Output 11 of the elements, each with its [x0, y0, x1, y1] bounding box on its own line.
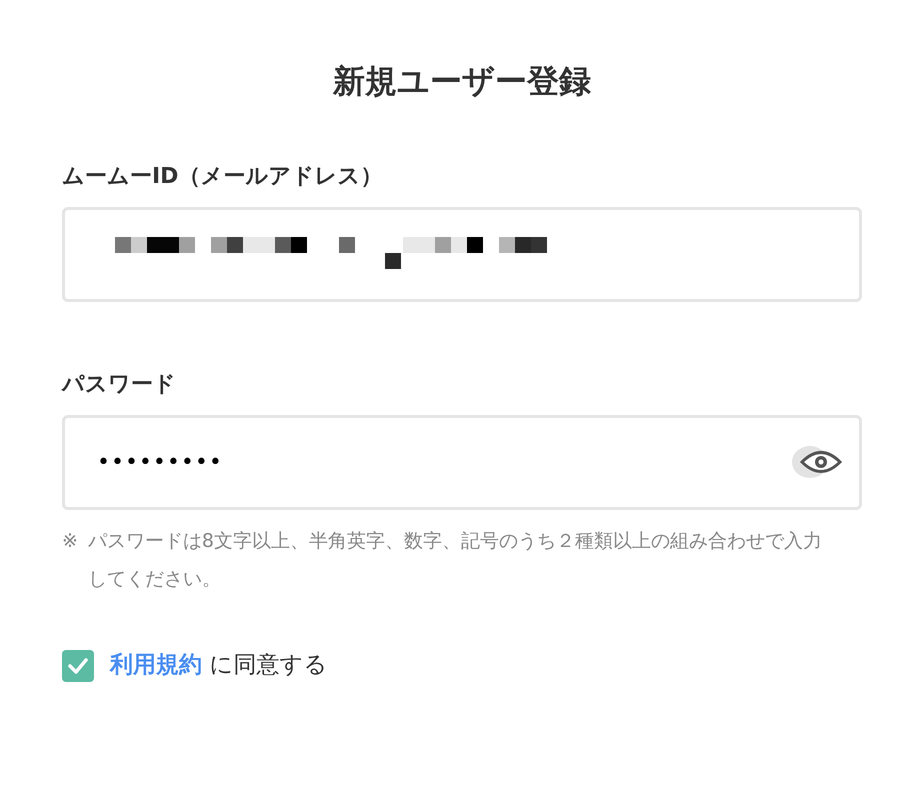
field-label: パスワード [62, 371, 177, 400]
check-icon [68, 658, 88, 674]
field-label: ムームーID（メールアドレス） [62, 163, 384, 192]
note-mark: ※ [62, 529, 78, 554]
eye-icon[interactable] [790, 445, 842, 480]
password-hint: パスワードは8文字以上、半角英字、数字、記号のうち２種類以上の組み合わせで入力してください。 [88, 529, 824, 592]
password-field[interactable]: ••••••••• [62, 415, 862, 510]
input-field[interactable] [62, 207, 862, 302]
agreement-text: 利用規約 に同意する [110, 651, 328, 680]
page-title: 新規ユーザー登録 [332, 62, 592, 100]
checkbox[interactable] [62, 650, 94, 682]
